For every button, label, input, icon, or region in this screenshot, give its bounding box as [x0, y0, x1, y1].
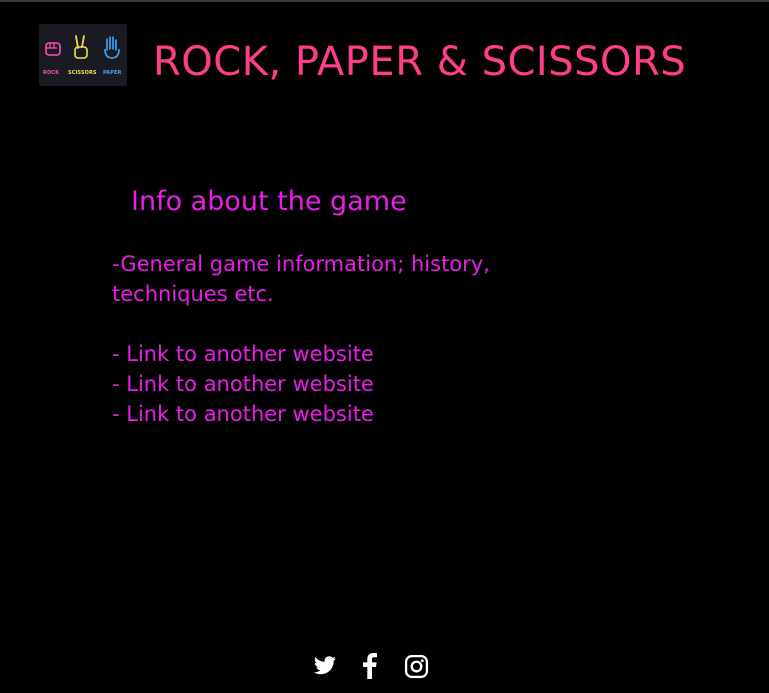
external-link-3[interactable]: - Link to another website	[112, 399, 612, 429]
facebook-icon	[363, 653, 377, 679]
game-description-line-2: techniques etc.	[112, 282, 274, 306]
logo-label-paper: PAPER	[103, 70, 122, 76]
info-content: -General game information; history, tech…	[112, 249, 612, 429]
instagram-icon	[404, 654, 428, 678]
facebook-link[interactable]	[360, 652, 380, 680]
open-hand-icon	[104, 36, 120, 59]
logo-label-scissors: SCISSORS	[68, 70, 97, 76]
external-link-1[interactable]: - Link to another website	[112, 339, 612, 369]
instagram-link[interactable]	[403, 652, 429, 680]
external-link-2[interactable]: - Link to another website	[112, 369, 612, 399]
twitter-link[interactable]	[312, 652, 338, 680]
fist-icon	[45, 42, 61, 56]
site-logo[interactable]: ROCK SCISSORS PAPER	[39, 24, 127, 86]
info-heading: Info about the game	[131, 186, 407, 217]
game-description-line-1: -General game information; history,	[112, 252, 490, 276]
logo-label-rock: ROCK	[43, 70, 60, 76]
site-title: ROCK, PAPER & SCISSORS	[153, 39, 687, 85]
twitter-icon	[314, 656, 336, 675]
peace-hand-icon	[74, 35, 88, 59]
